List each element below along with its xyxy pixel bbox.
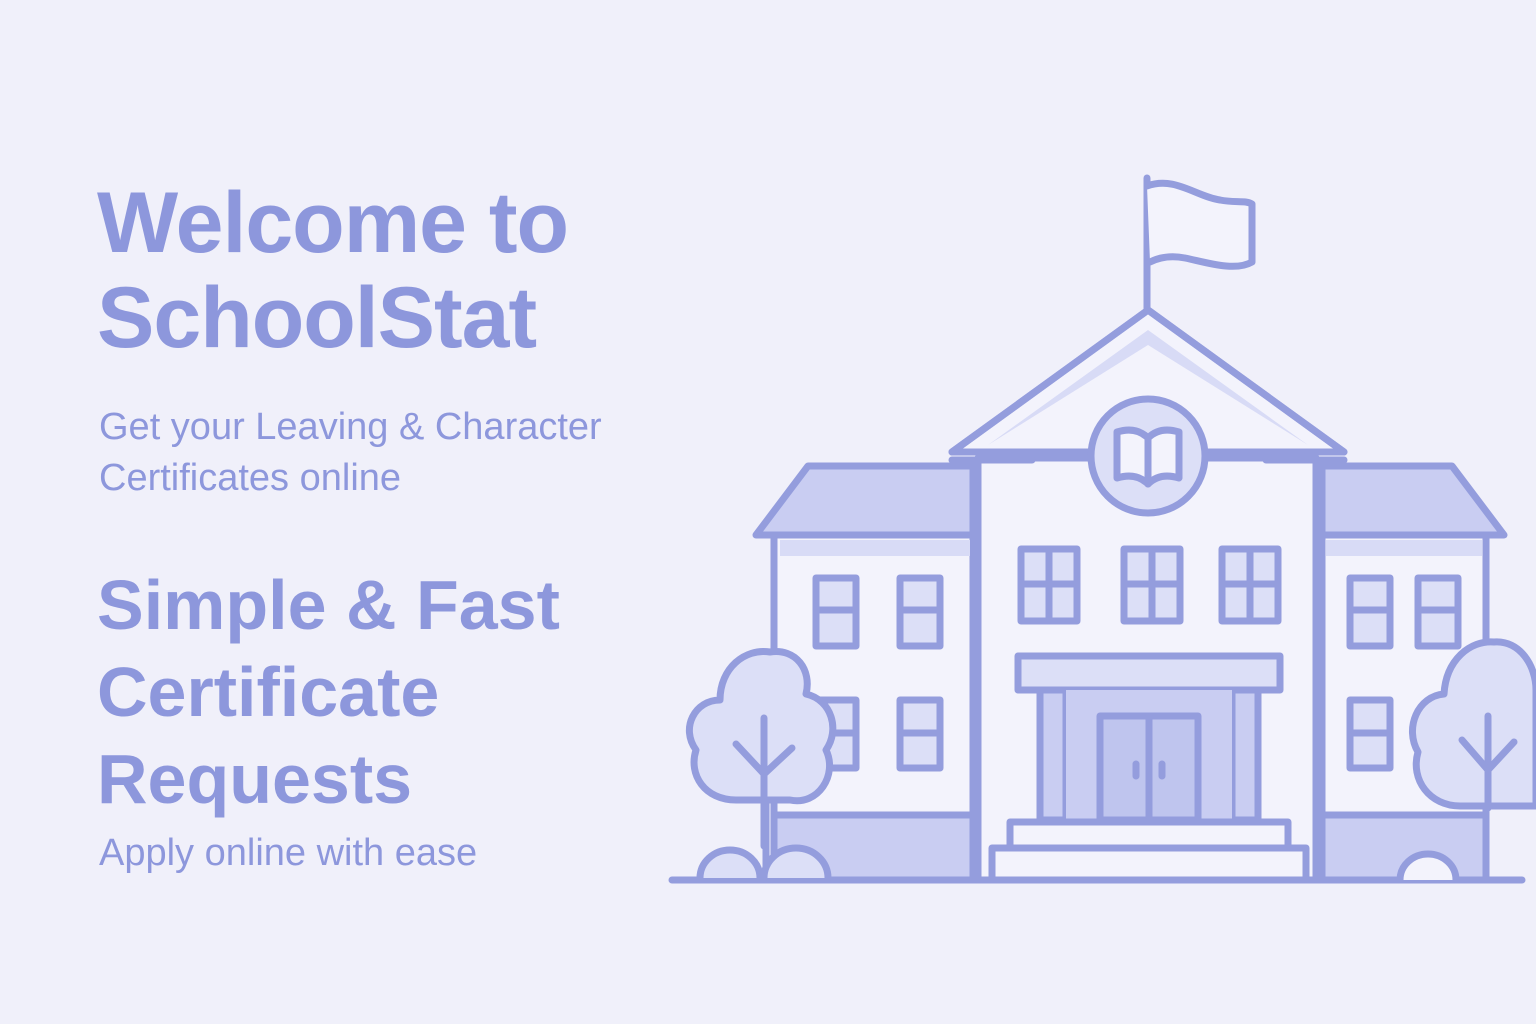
- feature-subtitle: Apply online with ease: [99, 832, 478, 874]
- center-building: [948, 174, 1348, 884]
- welcome-title: Welcome to SchoolStat: [97, 175, 569, 366]
- open-book-icon: [1087, 395, 1209, 517]
- flag-icon: [1143, 174, 1256, 314]
- feature-title: Simple & Fast Certificate Requests: [97, 566, 560, 818]
- center-windows: [1017, 545, 1282, 625]
- welcome-subtitle: Get your Leaving & Character Certificate…: [99, 406, 602, 499]
- school-building-illustration: [668, 174, 1536, 884]
- entrance-portico: [988, 652, 1310, 884]
